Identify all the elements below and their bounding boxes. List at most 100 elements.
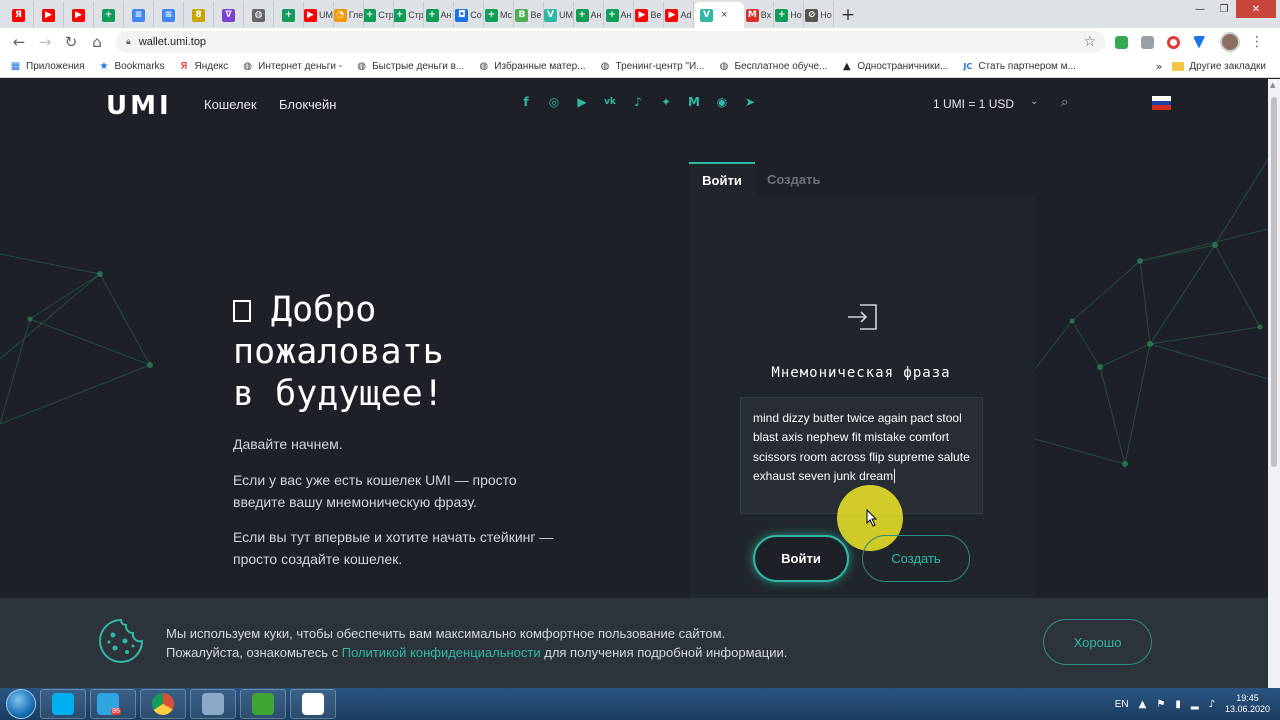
medium-icon[interactable]: M (686, 94, 702, 110)
browser-tab[interactable]: M Вх (744, 2, 774, 28)
minimize-button[interactable]: — (1188, 0, 1212, 18)
back-button[interactable]: ← (6, 30, 32, 54)
show-hidden-icons-icon[interactable]: ▲ (1139, 699, 1147, 710)
signal-icon[interactable]: ▂ (1191, 699, 1199, 710)
browser-tab[interactable]: ▶ Ad (664, 2, 694, 28)
taskbar-app[interactable] (290, 689, 336, 719)
browser-tab[interactable]: ⊘ Но (804, 2, 834, 28)
screen: Я ▶ ▶ + ≡ ≡ 8 ∇ ◍ + ▶ UM ◔ Гле + Стр + Стр + Ан ◘ Со + Мс B Ве V UM… (0, 0, 1280, 720)
cookie-accept-button[interactable]: Хорошо (1043, 619, 1152, 665)
bookmark-item[interactable]: ◍ Быстрые деньги в... (356, 61, 464, 72)
taskbar-app[interactable] (140, 689, 186, 719)
profile-avatar[interactable] (1220, 32, 1240, 52)
browser-tab[interactable]: + (94, 2, 124, 28)
browser-tab[interactable]: + (274, 2, 304, 28)
forward-button[interactable]: → (32, 30, 58, 54)
network-icon[interactable]: ▮ (1175, 699, 1181, 710)
scroll-up-icon[interactable]: ▲ (1270, 81, 1275, 89)
browser-tab[interactable]: + Ан (574, 2, 604, 28)
close-window-button[interactable]: ✕ (1236, 0, 1276, 18)
bookmark-item[interactable]: ◍ Интернет деньги - (242, 61, 342, 72)
scrollbar-thumb[interactable] (1271, 97, 1277, 467)
volume-icon[interactable]: ♪ (1209, 699, 1215, 710)
bookmark-item[interactable]: Я Яндекс (179, 61, 229, 72)
browser-tab[interactable]: ◍ (244, 2, 274, 28)
bookmark-item[interactable]: ★ Bookmarks (99, 61, 165, 72)
tab-title: Ad (680, 10, 692, 20)
other-bookmarks[interactable]: Другие закладки (1172, 61, 1266, 72)
instagram-icon[interactable]: ◎ (546, 94, 562, 110)
bookmark-item[interactable]: ◍ Тренинг-центр "И... (600, 61, 705, 72)
browser-tab[interactable]: ≡ (124, 2, 154, 28)
page-scrollbar[interactable]: ▲ (1268, 79, 1280, 688)
start-button[interactable] (6, 689, 36, 719)
rate-selector[interactable]: 1 UMI = 1 USD (933, 97, 1014, 111)
browser-tab[interactable]: ≡ (154, 2, 184, 28)
globe-icon: ◍ (243, 61, 253, 72)
chevron-down-icon[interactable]: ⌄ (1030, 96, 1038, 107)
flag-icon[interactable]: ⚑ (1156, 699, 1165, 710)
browser-tab[interactable]: Я (4, 2, 34, 28)
twitter-icon[interactable]: ✦ (658, 94, 674, 110)
tiktok-icon[interactable]: ♪ (630, 94, 646, 110)
bookmark-item[interactable]: ▲ Одностраничники... (841, 61, 948, 72)
browser-tab[interactable]: + Но (774, 2, 804, 28)
browser-tab[interactable]: + Ан (604, 2, 634, 28)
menu-icon[interactable]: ⋮ (1250, 34, 1264, 50)
browser-tab[interactable]: ▶ (34, 2, 64, 28)
tab-login[interactable]: Войти (689, 162, 755, 196)
browser-tab[interactable]: V UM (544, 2, 574, 28)
bookmark-item[interactable]: ◍ Избранные матер... (478, 61, 585, 72)
browser-tab[interactable]: 8 (184, 2, 214, 28)
bookmark-item[interactable]: JC Стать партнером м... (962, 61, 1076, 72)
browser-tab[interactable]: ▶ (64, 2, 94, 28)
browser-tab[interactable]: ▶ UM (304, 2, 334, 28)
russian-flag-icon[interactable] (1152, 96, 1171, 111)
create-button[interactable]: Создать (862, 535, 970, 582)
address-bar[interactable]: 🔒︎ wallet.umi.top ☆ (116, 31, 1106, 53)
facebook-icon[interactable]: f (518, 94, 534, 110)
login-button[interactable]: Войти (753, 535, 849, 582)
maximize-button[interactable]: ❐ (1212, 0, 1236, 18)
tab-title: Со (470, 10, 482, 20)
extension-icon[interactable] (1188, 31, 1210, 53)
search-icon[interactable]: ⌕ (1061, 95, 1068, 110)
bookmarks-overflow-button[interactable]: » (1156, 60, 1163, 73)
browser-tab[interactable]: B Ве (514, 2, 544, 28)
taskbar-app[interactable] (40, 689, 86, 719)
extension-icon[interactable] (1136, 31, 1158, 53)
browser-tab[interactable]: + Стр (364, 2, 394, 28)
nav-wallet-link[interactable]: Кошелек (204, 97, 257, 112)
cookie-text: Мы используем куки, чтобы обеспечить вам… (166, 624, 787, 662)
browser-tab[interactable]: + Ан (424, 2, 454, 28)
browser-tab[interactable]: ◘ Со (454, 2, 484, 28)
youtube-icon[interactable]: ▶ (574, 94, 590, 110)
extension-icon[interactable] (1110, 31, 1132, 53)
privacy-policy-link[interactable]: Политикой конфиденциальности (342, 645, 541, 660)
browser-tab[interactable]: + Мс (484, 2, 514, 28)
nav-blockchain-link[interactable]: Блокчейн (279, 97, 336, 112)
browser-tab[interactable]: ◔ Гле (334, 2, 364, 28)
tab-active[interactable]: V × (694, 2, 744, 28)
telegram-icon[interactable]: ➤ (742, 94, 758, 110)
bookmark-star-icon[interactable]: ☆ (1083, 34, 1096, 50)
bitcointalk-icon[interactable]: ◉ (714, 94, 730, 110)
taskbar-app[interactable] (240, 689, 286, 719)
umi-logo[interactable]: UMI (106, 91, 172, 121)
bookmark-item[interactable]: ◍ Бесплатное обуче... (719, 61, 828, 72)
browser-tab[interactable]: ▶ Ве (634, 2, 664, 28)
browser-tab[interactable]: ∇ (214, 2, 244, 28)
bookmark-item[interactable]: ▦ Приложения (10, 61, 85, 72)
taskbar-app[interactable] (190, 689, 236, 719)
clock[interactable]: 19:45 13.06.2020 (1225, 693, 1270, 715)
taskbar-app[interactable]: 86 (90, 689, 136, 719)
new-tab-button[interactable]: + (834, 2, 862, 28)
home-button[interactable]: ⌂ (84, 30, 110, 54)
browser-tab[interactable]: + Стр (394, 2, 424, 28)
opera-icon[interactable] (1162, 31, 1184, 53)
language-indicator[interactable]: EN (1115, 699, 1129, 710)
tab-create[interactable]: Создать (767, 172, 820, 187)
close-tab-icon[interactable]: × (721, 9, 727, 21)
reload-button[interactable]: ↻ (58, 30, 84, 54)
vk-icon[interactable]: vk (602, 94, 618, 110)
